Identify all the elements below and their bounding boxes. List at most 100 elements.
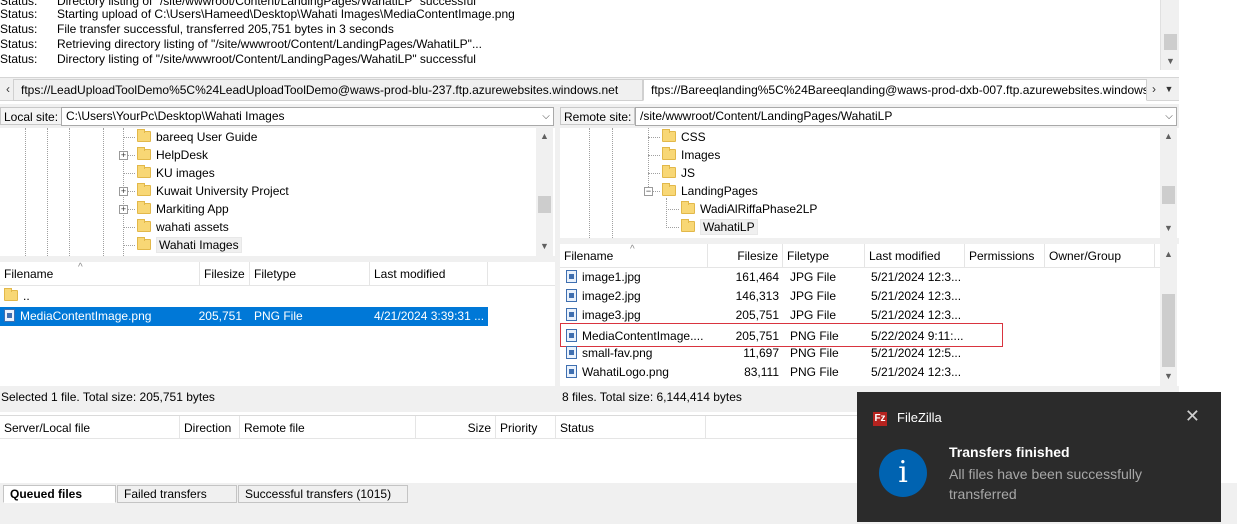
tree-item-label: CSS xyxy=(681,130,706,144)
list-item[interactable]: WahatiLogo.png 83,111 PNG File 5/21/2024… xyxy=(560,363,1160,382)
scroll-down-icon[interactable]: ▼ xyxy=(1161,53,1180,69)
tree-item-js[interactable]: JS xyxy=(662,164,695,182)
scroll-down-icon[interactable]: ▼ xyxy=(1160,220,1177,236)
scrollbar-thumb[interactable] xyxy=(1164,34,1177,50)
local-site-path-combo[interactable]: C:\Users\YourPc\Desktop\Wahati Images ⌵ xyxy=(61,107,554,126)
column-label: Filetype xyxy=(254,267,297,281)
column-priority[interactable]: Priority xyxy=(496,416,556,440)
scrollbar-thumb[interactable] xyxy=(538,196,551,213)
tab-successful-transfers[interactable]: Successful transfers (1015) xyxy=(238,485,408,503)
tree-item-wahati-assets[interactable]: wahati assets xyxy=(137,218,229,236)
log-label: Status: xyxy=(0,22,38,36)
column-size[interactable]: Size xyxy=(416,416,496,440)
tree-item-ku-images[interactable]: KU images xyxy=(137,164,215,182)
scrollbar-thumb[interactable] xyxy=(1162,186,1175,204)
column-remote-file[interactable]: Remote file xyxy=(240,416,416,440)
file-size: 205,751 xyxy=(198,309,242,323)
column-status[interactable]: Status xyxy=(556,416,706,440)
tree-item-helpdesk[interactable]: HelpDesk xyxy=(137,146,208,164)
tree-item-label: Kuwait University Project xyxy=(156,184,289,198)
log-label: Status: xyxy=(0,7,38,21)
list-item[interactable]: .. xyxy=(0,287,488,306)
close-icon[interactable]: ✕ xyxy=(1185,406,1200,426)
list-item[interactable]: image1.jpg 161,464 JPG File 5/21/2024 12… xyxy=(560,268,1160,287)
folder-icon xyxy=(137,237,151,250)
local-status-area: Selected 1 file. Total size: 205,751 byt… xyxy=(0,386,555,412)
tree-item-wahati-images[interactable]: Wahati Images xyxy=(137,236,242,254)
local-file-list[interactable]: .. MediaContentImage.png 205,751 PNG Fil… xyxy=(0,286,555,386)
file-size: 11,697 xyxy=(743,346,779,360)
remote-directory-tree[interactable]: CSS Images JS − LandingPages WadiAlRiffa… xyxy=(560,128,1160,238)
list-item[interactable]: small-fav.png 11,697 PNG File 5/21/2024 … xyxy=(560,344,1160,363)
filezilla-app-icon: Fz xyxy=(873,412,887,426)
column-owner-group[interactable]: Owner/Group xyxy=(1045,244,1155,268)
file-name: .. xyxy=(23,289,30,303)
tree-item-bareeq-user-guide[interactable]: bareeq User Guide xyxy=(137,128,257,146)
scroll-down-icon[interactable]: ▼ xyxy=(1160,368,1177,384)
file-modified: 5/22/2024 9:11:... xyxy=(871,329,964,343)
log-scrollbar[interactable]: ▼ xyxy=(1160,0,1179,70)
tab-leaduploadtooldemo[interactable]: ftps://LeadUploadToolDemo%5C%24LeadUploa… xyxy=(13,79,643,101)
tab-list-dropdown-icon[interactable]: ▼ xyxy=(1163,81,1175,97)
jpg-file-icon xyxy=(566,308,577,321)
tree-item-label: Markiting App xyxy=(156,202,229,216)
local-directory-tree[interactable]: bareeq User Guide + HelpDesk KU images +… xyxy=(0,128,536,256)
column-filesize[interactable]: Filesize xyxy=(708,244,783,268)
scroll-up-icon[interactable]: ▲ xyxy=(1160,128,1177,144)
column-filename[interactable]: Filename ^ xyxy=(0,262,200,286)
png-file-icon xyxy=(566,346,577,359)
message-log[interactable]: Status: Directory listing of "/site/wwwr… xyxy=(0,0,1160,70)
tree-item-wadialriffaphase2lp[interactable]: WadiAlRiffaPhase2LP xyxy=(681,200,817,218)
remote-file-list-header: Filename ^ Filesize Filetype Last modifie… xyxy=(560,244,1160,268)
expand-icon[interactable]: + xyxy=(119,151,128,160)
scroll-up-icon[interactable]: ▲ xyxy=(1160,246,1177,262)
scroll-up-icon[interactable]: ▲ xyxy=(536,128,553,144)
tab-bareeqlanding[interactable]: ftps://Bareeqlanding%5C%24Bareeqlanding@… xyxy=(643,79,1147,101)
column-label: Status xyxy=(560,421,595,435)
tab-failed-transfers[interactable]: Failed transfers xyxy=(117,485,237,503)
remote-tree-scrollbar[interactable]: ▲ ▼ xyxy=(1160,128,1177,238)
remote-file-list[interactable]: image1.jpg 161,464 JPG File 5/21/2024 12… xyxy=(560,268,1160,386)
scroll-down-icon[interactable]: ▼ xyxy=(536,238,553,254)
remote-site-path-combo[interactable]: /site/wwwroot/Content/LandingPages/Wahat… xyxy=(635,107,1177,126)
column-last-modified[interactable]: Last modified xyxy=(370,262,488,286)
column-last-modified[interactable]: Last modified xyxy=(865,244,965,268)
tab-queued-files[interactable]: Queued files xyxy=(3,485,116,503)
file-name: WahatiLogo.png xyxy=(582,365,669,379)
list-item[interactable]: MediaContentImage.png 205,751 PNG File 4… xyxy=(0,306,489,327)
column-filetype[interactable]: Filetype xyxy=(250,262,370,286)
column-filetype[interactable]: Filetype xyxy=(783,244,865,268)
toast-message: All files have been successfully transfe… xyxy=(949,466,1142,502)
tree-item-kuwait-university-project[interactable]: Kuwait University Project xyxy=(137,182,289,200)
tab-scroll-right-icon[interactable]: › xyxy=(1148,81,1160,97)
list-item[interactable]: image2.jpg 146,313 JPG File 5/21/2024 12… xyxy=(560,287,1160,306)
expand-icon[interactable]: + xyxy=(119,187,128,196)
column-filename[interactable]: Filename ^ xyxy=(560,244,708,268)
remote-list-scrollbar[interactable]: ▲ ▼ xyxy=(1160,244,1177,386)
remote-status-text: 8 files. Total size: 6,144,414 bytes xyxy=(562,390,742,404)
column-label: Permissions xyxy=(969,249,1035,263)
expand-icon[interactable]: + xyxy=(119,205,128,214)
column-filesize[interactable]: Filesize xyxy=(200,262,250,286)
tree-item-markiting-app[interactable]: Markiting App xyxy=(137,200,229,218)
toast-notification[interactable]: Fz FileZilla ✕ i Transfers finished All … xyxy=(857,392,1221,522)
column-label: Direction xyxy=(184,421,232,435)
column-permissions[interactable]: Permissions xyxy=(965,244,1045,268)
tree-item-wahatilp[interactable]: WahatiLP xyxy=(681,218,758,236)
scrollbar-thumb[interactable] xyxy=(1162,294,1175,367)
local-tree-scrollbar[interactable]: ▲ ▼ xyxy=(536,128,553,256)
folder-icon xyxy=(137,183,151,196)
sort-ascending-icon: ^ xyxy=(630,244,635,255)
tree-item-label: Wahati Images xyxy=(156,237,242,253)
tree-item-css[interactable]: CSS xyxy=(662,128,706,146)
chevron-down-icon[interactable]: ⌵ xyxy=(1162,108,1176,125)
png-file-icon xyxy=(566,365,577,378)
column-server-local-file[interactable]: Server/Local file xyxy=(0,416,180,440)
tree-item-images[interactable]: Images xyxy=(662,146,720,164)
tree-item-landingpages[interactable]: LandingPages xyxy=(662,182,758,200)
column-direction[interactable]: Direction xyxy=(180,416,240,440)
file-name: image3.jpg xyxy=(582,308,641,322)
column-label: Last modified xyxy=(869,249,941,263)
chevron-down-icon[interactable]: ⌵ xyxy=(539,108,553,125)
collapse-icon[interactable]: − xyxy=(644,187,653,196)
